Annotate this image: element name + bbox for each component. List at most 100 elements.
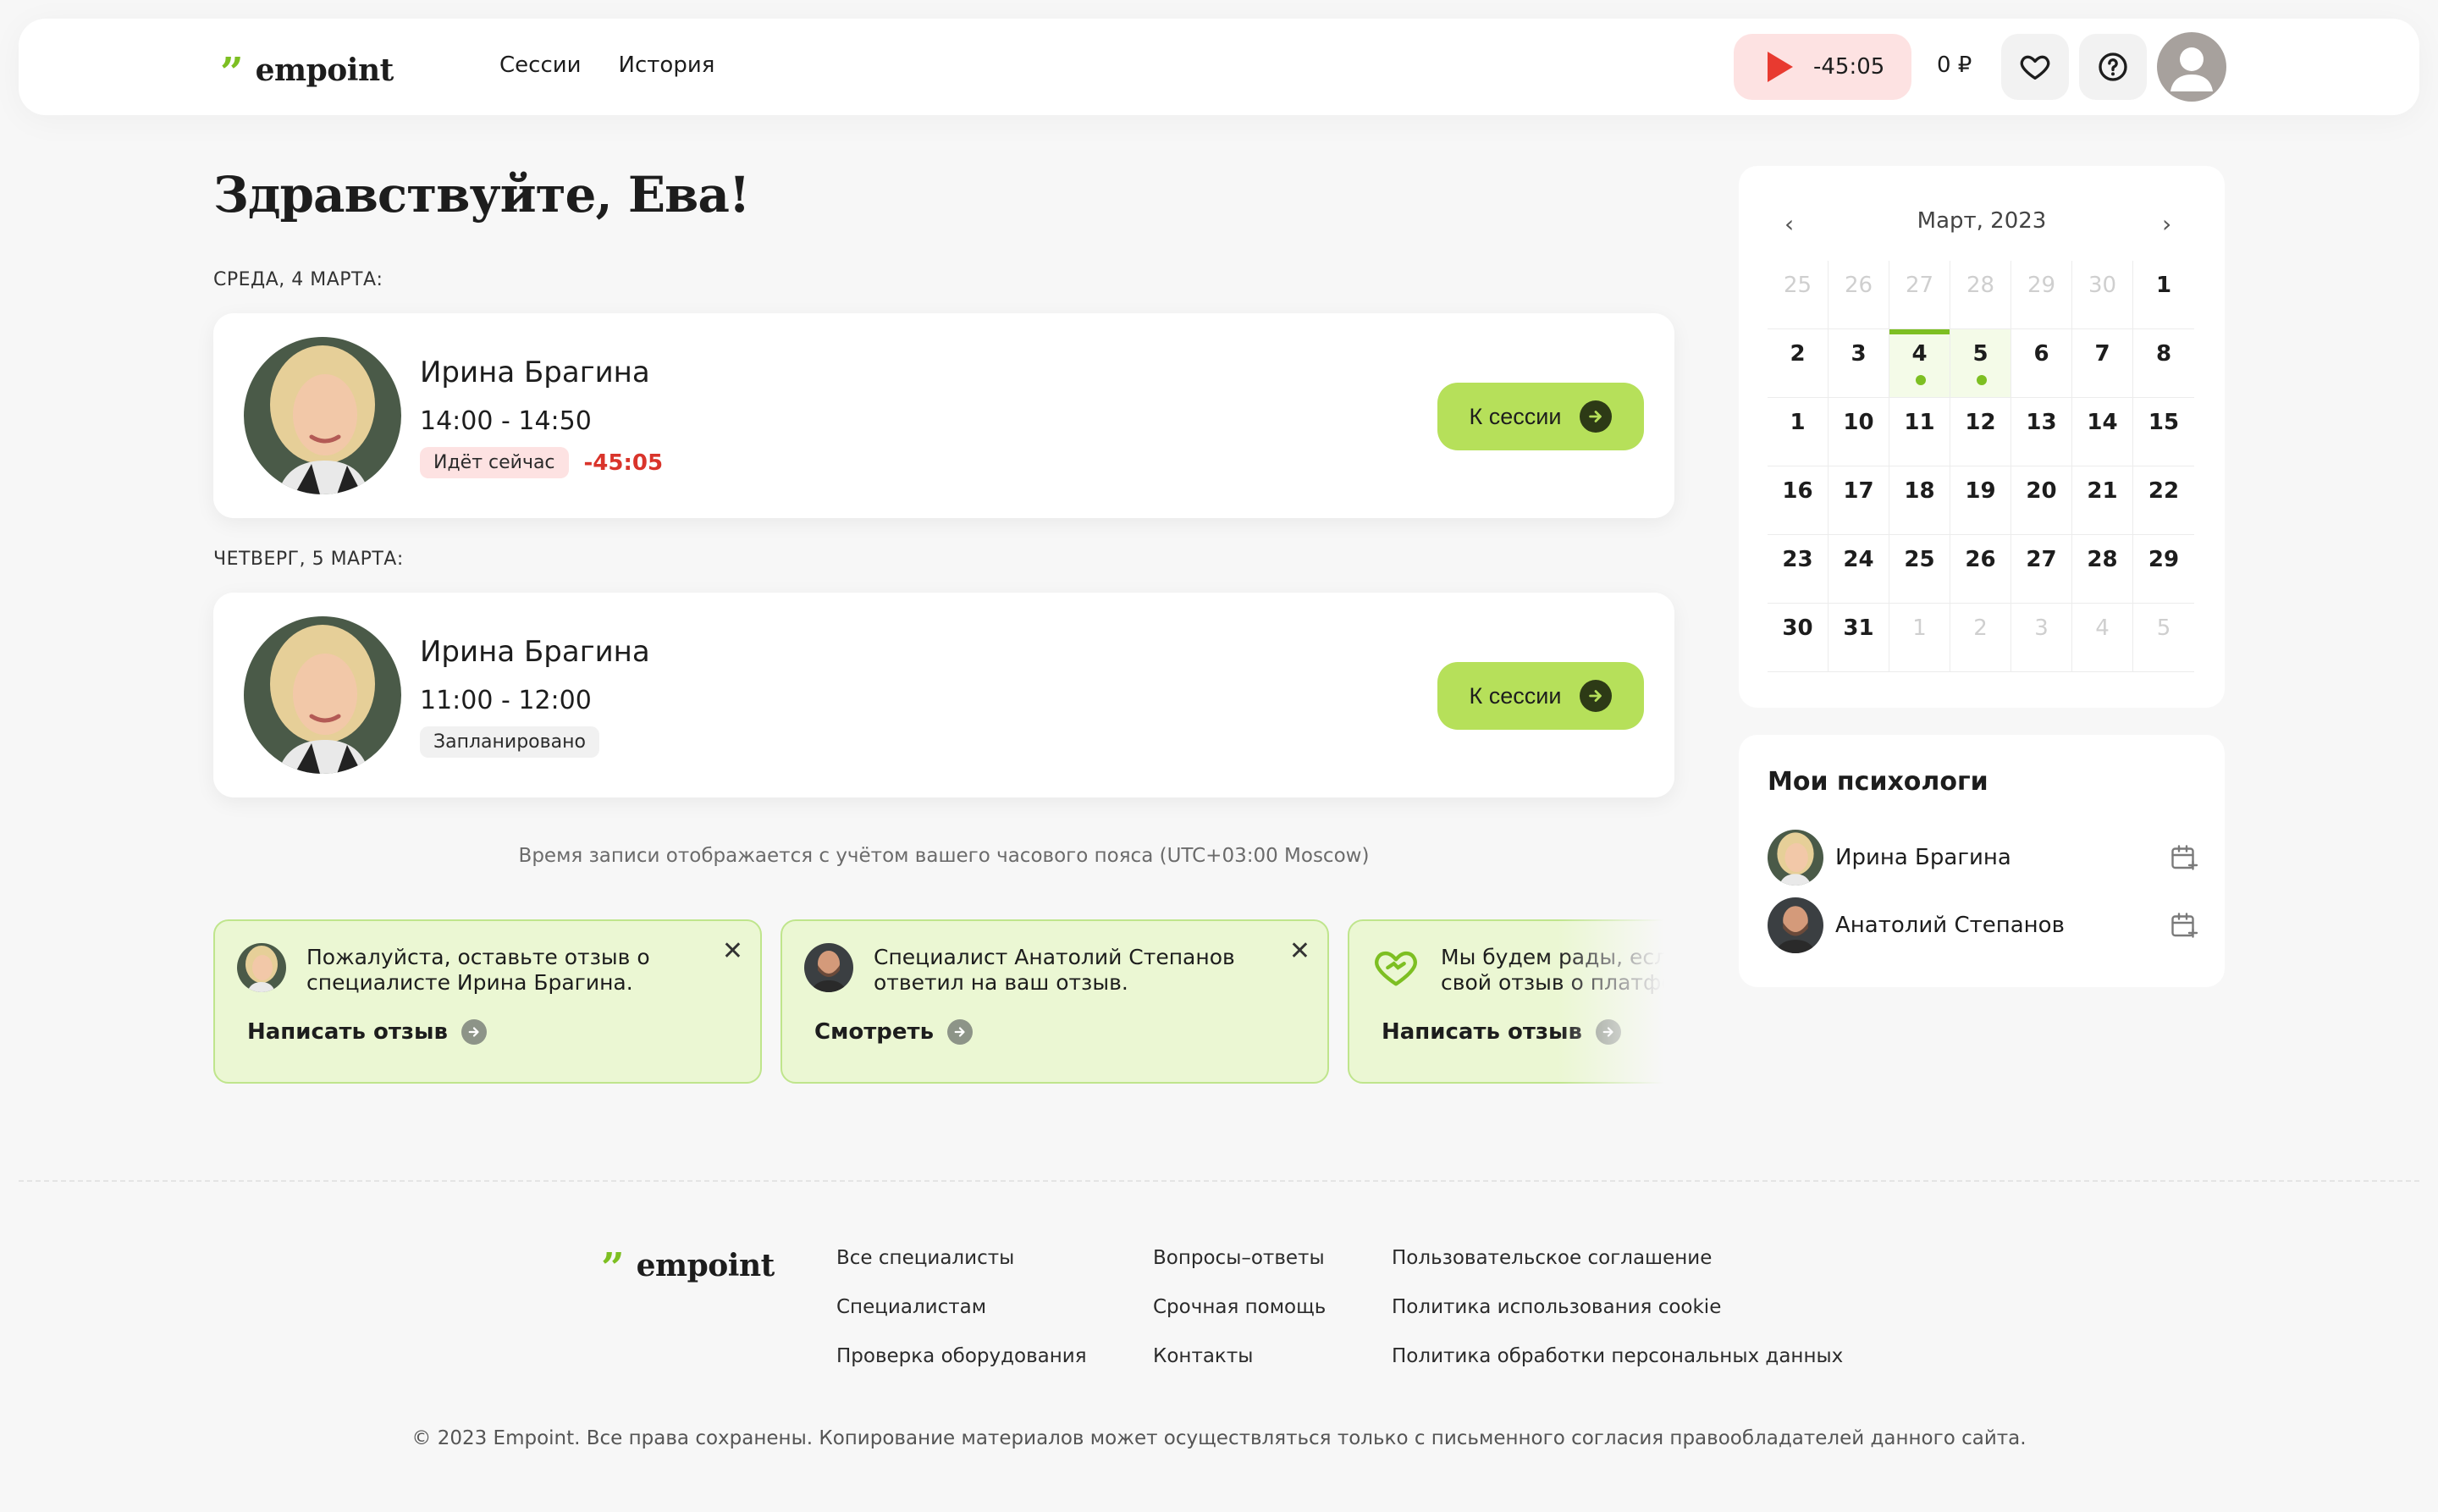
- calendar-day-number: 1: [1912, 615, 1927, 641]
- calendar-day-number: 2: [1790, 341, 1806, 367]
- calendar-day-number: 29: [2148, 547, 2180, 572]
- calendar-day[interactable]: 12: [1950, 398, 2011, 466]
- calendar-day[interactable]: 4: [2072, 604, 2133, 672]
- calendar-day[interactable]: 2: [1768, 329, 1828, 398]
- header-logo[interactable]: ” empoint: [220, 47, 394, 93]
- footer-link[interactable]: Все специалисты: [836, 1248, 1087, 1268]
- favorites-button[interactable]: [2001, 34, 2069, 100]
- calendar-day-number: 5: [2156, 615, 2171, 641]
- calendar-day[interactable]: 23: [1768, 535, 1828, 604]
- calendar-day[interactable]: 25: [1889, 535, 1950, 604]
- calendar-day-number: 30: [2088, 273, 2117, 298]
- session-countdown: -45:05: [583, 450, 664, 476]
- calendar-day[interactable]: 29: [2011, 261, 2072, 329]
- play-icon: [1768, 52, 1793, 82]
- calendar-day[interactable]: 27: [2011, 535, 2072, 604]
- footer-link[interactable]: Пользовательское соглашение: [1392, 1248, 1843, 1268]
- user-avatar[interactable]: [2157, 32, 2226, 102]
- status-badge: Запланировано: [420, 726, 599, 758]
- nav-history[interactable]: История: [619, 52, 715, 78]
- psychologist-row[interactable]: Ирина Брагина: [1768, 830, 2199, 886]
- footer-link[interactable]: Политика использования cookie: [1392, 1297, 1843, 1317]
- calendar-day[interactable]: 5: [2133, 604, 2194, 672]
- calendar-day-number: 8: [2155, 341, 2172, 367]
- footer-link[interactable]: Специалистам: [836, 1297, 1087, 1317]
- calendar-day[interactable]: 13: [2011, 398, 2072, 466]
- calendar-day-number: 22: [2148, 478, 2180, 504]
- calendar-add-icon[interactable]: [2169, 842, 2199, 873]
- join-session-button[interactable]: К сессии: [1437, 662, 1644, 730]
- view-reply-link[interactable]: Смотреть: [814, 1019, 974, 1045]
- join-session-label: К сессии: [1469, 403, 1562, 429]
- footer-column: Все специалисты Специалистам Проверка об…: [836, 1248, 1087, 1366]
- calendar-day[interactable]: 27: [1889, 261, 1950, 329]
- calendar-day[interactable]: 31: [1828, 604, 1889, 672]
- logo-text: empoint: [636, 1248, 775, 1283]
- calendar-day[interactable]: 19: [1950, 466, 2011, 535]
- psychologist-avatar: [1768, 830, 1823, 886]
- calendar-day[interactable]: 28: [2072, 535, 2133, 604]
- calendar-day[interactable]: 15: [2133, 398, 2194, 466]
- notification-action-label: Написать отзыв: [1382, 1019, 1583, 1045]
- join-session-button[interactable]: К сессии: [1437, 383, 1644, 450]
- calendar-day[interactable]: 3: [2011, 604, 2072, 672]
- arrow-right-icon: [1580, 680, 1613, 712]
- psychologist-avatar: [804, 943, 853, 992]
- arrow-right-icon: [947, 1019, 974, 1045]
- calendar-day[interactable]: 25: [1768, 261, 1828, 329]
- calendar-day[interactable]: 10: [1828, 398, 1889, 466]
- calendar-day[interactable]: 2: [1950, 604, 2011, 672]
- footer-link[interactable]: Вопросы–ответы: [1153, 1248, 1326, 1268]
- footer-logo[interactable]: ” empoint: [601, 1243, 775, 1289]
- footer-link[interactable]: Срочная помощь: [1153, 1297, 1326, 1317]
- calendar-day[interactable]: 24: [1828, 535, 1889, 604]
- calendar-day[interactable]: 6: [2011, 329, 2072, 398]
- calendar-day[interactable]: 20: [2011, 466, 2072, 535]
- nav-sessions[interactable]: Сессии: [499, 52, 582, 78]
- psychologist-row[interactable]: Анатолий Степанов: [1768, 897, 2199, 953]
- calendar-day[interactable]: 18: [1889, 466, 1950, 535]
- calendar-day[interactable]: 16: [1768, 466, 1828, 535]
- calendar-day[interactable]: 4: [1889, 329, 1950, 398]
- footer-link[interactable]: Контакты: [1153, 1346, 1326, 1366]
- calendar-day[interactable]: 3: [1828, 329, 1889, 398]
- close-icon[interactable]: ✕: [1289, 936, 1310, 966]
- footer-link[interactable]: Политика обработки персональных данных: [1392, 1346, 1843, 1366]
- page-title: Здравствуйте, Ева!: [213, 166, 750, 223]
- calendar-day[interactable]: 8: [2133, 329, 2194, 398]
- calendar-day[interactable]: 14: [2072, 398, 2133, 466]
- close-icon[interactable]: ✕: [722, 936, 743, 966]
- calendar-day[interactable]: 28: [1950, 261, 2011, 329]
- my-psychologists-title: Мои психологи: [1768, 767, 1988, 797]
- calendar-day[interactable]: 17: [1828, 466, 1889, 535]
- calendar-day[interactable]: 26: [1828, 261, 1889, 329]
- footer-link[interactable]: Проверка оборудования: [836, 1346, 1087, 1366]
- calendar-day[interactable]: 7: [2072, 329, 2133, 398]
- calendar-add-icon[interactable]: [2169, 910, 2199, 941]
- calendar-day-number: 13: [2026, 410, 2057, 435]
- psychologist-avatar: [1768, 897, 1823, 953]
- calendar-day[interactable]: 22: [2133, 466, 2194, 535]
- calendar-day-number: 20: [2026, 478, 2057, 504]
- calendar-day[interactable]: 11: [1889, 398, 1950, 466]
- calendar-day[interactable]: 1: [1889, 604, 1950, 672]
- calendar-day[interactable]: 1: [2133, 261, 2194, 329]
- calendar-day[interactable]: 30: [1768, 604, 1828, 672]
- heart-icon: [2020, 55, 2050, 80]
- calendar-day-number: 4: [1911, 341, 1928, 367]
- session-card: Ирина Брагина 11:00 - 12:00 Запланирован…: [213, 593, 1674, 797]
- write-review-link[interactable]: Написать отзыв: [247, 1019, 488, 1045]
- calendar-day[interactable]: 29: [2133, 535, 2194, 604]
- footer-column: Пользовательское соглашение Политика исп…: [1392, 1248, 1843, 1366]
- calendar-day[interactable]: 5: [1950, 329, 2011, 398]
- calendar-day[interactable]: 26: [1950, 535, 2011, 604]
- calendar-day[interactable]: 30: [2072, 261, 2133, 329]
- calendar-day[interactable]: 21: [2072, 466, 2133, 535]
- calendar-day[interactable]: 1: [1768, 398, 1828, 466]
- active-session-timer[interactable]: -45:05: [1734, 34, 1911, 100]
- psychologist-name: Ирина Брагина: [420, 635, 650, 669]
- help-button[interactable]: [2079, 34, 2147, 100]
- balance[interactable]: 0 ₽: [1937, 52, 1972, 78]
- chevron-right-icon[interactable]: ›: [2162, 210, 2171, 238]
- calendar-day-number: 18: [1904, 478, 1935, 504]
